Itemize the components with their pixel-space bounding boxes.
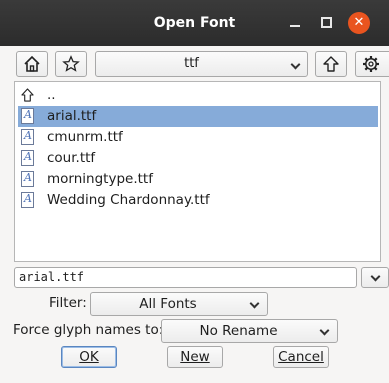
font-file-icon: A	[21, 108, 34, 124]
chevron-down-icon	[370, 271, 381, 282]
list-item[interactable]: A Wedding Chardonnay.ttf	[18, 190, 378, 211]
font-file-icon: A	[21, 171, 34, 187]
file-name: cour.ttf	[47, 150, 96, 166]
chevron-down-icon	[290, 59, 301, 70]
filter-label: Filter:	[49, 295, 87, 311]
parent-directory-button[interactable]	[315, 51, 347, 77]
filename-value: arial.ttf	[19, 270, 85, 284]
cancel-button-label: Cancel	[278, 349, 324, 365]
file-name: cmunrm.ttf	[47, 129, 123, 145]
arrow-up-icon	[323, 56, 339, 72]
list-item[interactable]: A cour.ttf	[18, 148, 378, 169]
maximize-icon	[321, 17, 332, 28]
chevron-down-icon	[319, 325, 330, 336]
close-button[interactable]: ✕	[348, 12, 370, 34]
file-name: arial.ttf	[47, 108, 97, 124]
chevron-down-icon	[249, 298, 260, 309]
list-item-selected[interactable]: A arial.ttf	[18, 106, 378, 127]
cancel-button[interactable]: Cancel	[273, 346, 329, 368]
close-icon: ✕	[353, 15, 365, 30]
glyph-names-value: No Rename	[199, 323, 278, 339]
open-font-dialog: Open Font ✕ ttf .. A arial.ttf A cmunrm.…	[0, 0, 389, 383]
glyph-names-select[interactable]: No Rename	[161, 319, 338, 343]
new-button-label: New	[180, 349, 210, 365]
ok-button-label: OK	[79, 349, 99, 365]
font-file-icon: A	[21, 129, 34, 145]
filename-input[interactable]: arial.ttf	[14, 267, 357, 288]
title-bar[interactable]: Open Font ✕	[0, 0, 389, 46]
font-file-icon: A	[21, 150, 34, 166]
font-file-icon: A	[21, 192, 34, 208]
list-item[interactable]: A morningtype.ttf	[18, 169, 378, 190]
filter-value: All Fonts	[139, 296, 197, 312]
filename-history-button[interactable]	[361, 267, 389, 288]
list-item[interactable]: A cmunrm.ttf	[18, 127, 378, 148]
home-icon	[24, 55, 40, 72]
maximize-button[interactable]	[317, 13, 337, 33]
home-button[interactable]	[16, 51, 48, 77]
directory-select[interactable]: ttf	[95, 51, 308, 77]
arrow-up-icon	[21, 88, 34, 102]
file-name: Wedding Chardonnay.ttf	[47, 192, 210, 208]
minimize-icon	[290, 25, 300, 27]
bookmark-button[interactable]	[55, 51, 87, 77]
minimize-button[interactable]	[285, 13, 305, 33]
ok-button[interactable]: OK	[61, 346, 117, 368]
gear-icon	[363, 56, 379, 72]
filter-select[interactable]: All Fonts	[90, 292, 268, 316]
directory-value: ttf	[184, 56, 199, 71]
file-name: morningtype.ttf	[47, 171, 153, 187]
star-icon	[62, 55, 80, 72]
file-name: ..	[47, 87, 56, 103]
new-button[interactable]: New	[167, 346, 223, 368]
settings-button[interactable]	[355, 51, 389, 77]
list-item-parent-directory[interactable]: ..	[18, 85, 378, 106]
glyph-names-label: Force glyph names to:	[13, 322, 164, 338]
file-list[interactable]: .. A arial.ttf A cmunrm.ttf A cour.ttf A…	[14, 81, 381, 262]
